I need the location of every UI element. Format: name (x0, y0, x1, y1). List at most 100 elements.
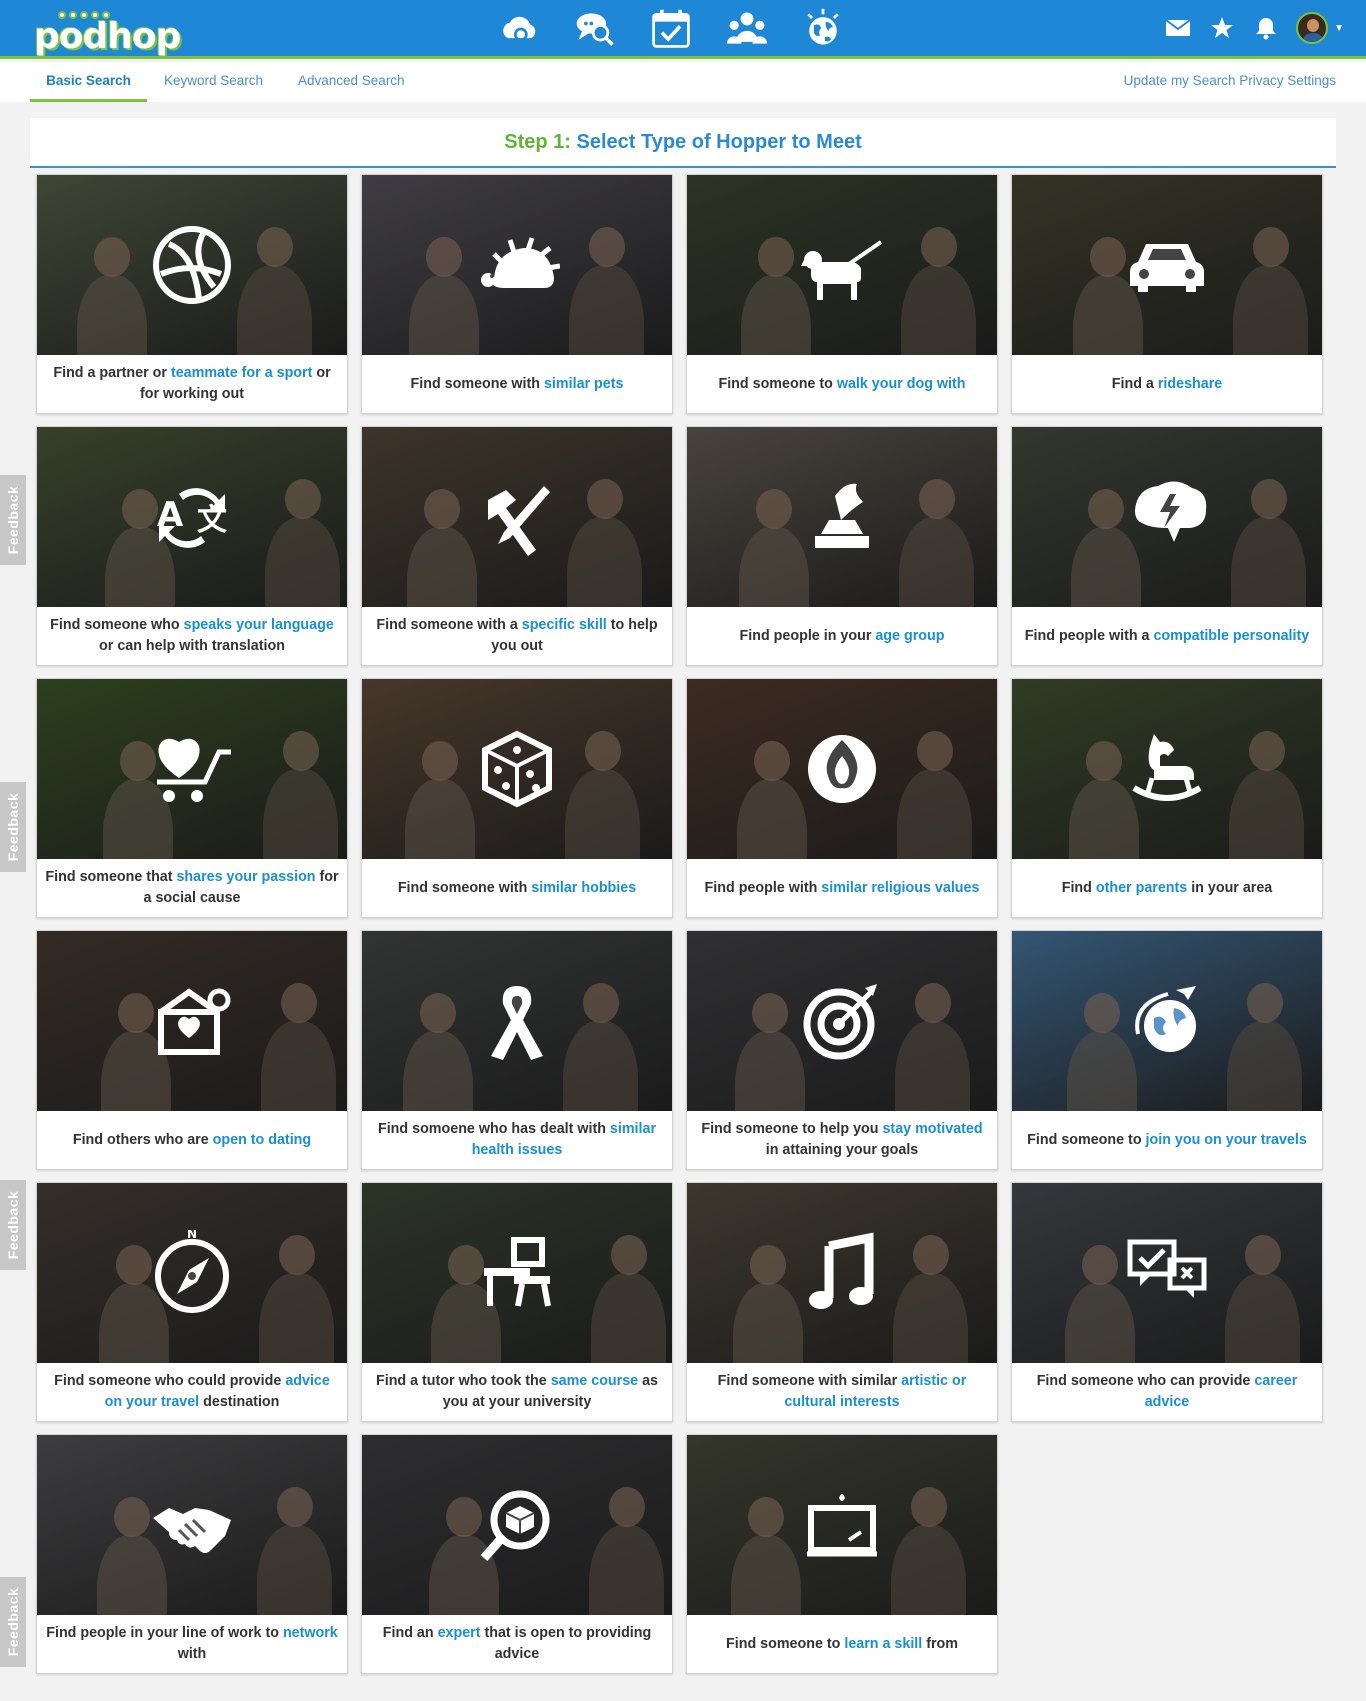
hopper-type-card[interactable]: Find someone to walk your dog with (686, 174, 998, 414)
caption-text: Find (1061, 879, 1096, 896)
card-caption: Find someone with a specific skill to he… (362, 607, 672, 665)
caption-text: Find people in your (739, 627, 876, 644)
feedback-tab[interactable]: Feedback (0, 1577, 26, 1667)
caption-text: Find others who are (72, 1131, 213, 1148)
card-caption: Find someone to join you on your travels (1012, 1111, 1322, 1169)
hopper-type-card[interactable]: Find people in your age group (686, 426, 998, 666)
hopper-type-card[interactable]: Find someone to join you on your travels (1011, 930, 1323, 1170)
card-caption: Find people in your line of work to netw… (37, 1615, 347, 1673)
caption-highlight-link[interactable]: similar religious values (821, 880, 979, 896)
step-header: Step 1: Select Type of Hopper to Meet (30, 118, 1336, 168)
tab-basic-search[interactable]: Basic Search (30, 62, 147, 102)
gramophone-icon (797, 472, 887, 562)
feedback-tab[interactable]: Feedback (0, 1180, 26, 1270)
caption-highlight-link[interactable]: other parents (1096, 880, 1187, 896)
dog-walk-icon (797, 220, 887, 310)
card-caption: Find a rideshare (1012, 355, 1322, 413)
chevron-down-icon[interactable]: ▼ (1334, 23, 1344, 34)
feedback-tab[interactable]: Feedback (0, 782, 26, 872)
calendar-check-icon[interactable] (647, 6, 695, 52)
caption-text: destination (199, 1394, 280, 1410)
star-icon[interactable] (1208, 14, 1236, 42)
caption-highlight-link[interactable]: network (283, 1625, 338, 1641)
hopper-type-card[interactable]: Find a rideshare (1011, 174, 1323, 414)
card-photo: A文 (37, 427, 347, 607)
caption-highlight-link[interactable]: open to dating (213, 1132, 311, 1148)
caption-highlight-link[interactable]: join you on your travels (1146, 1132, 1307, 1148)
caption-highlight-link[interactable]: speaks your language (184, 617, 334, 633)
chat-search-icon[interactable] (571, 6, 619, 52)
bell-icon[interactable] (1252, 14, 1280, 42)
tab-keyword-search[interactable]: Keyword Search (164, 62, 263, 102)
hopper-type-card[interactable]: Find someone to learn a skill from (686, 1434, 998, 1674)
hopper-type-card[interactable]: Find people in your line of work to netw… (36, 1434, 348, 1674)
user-actions: ▼ (1164, 12, 1344, 44)
caption-highlight-link[interactable]: similar hobbies (531, 880, 636, 896)
feedback-label: Feedback (5, 485, 21, 555)
hopper-type-card[interactable]: A 文 Find someone who speaks your language … (36, 426, 348, 666)
caption-highlight-link[interactable]: compatible personality (1153, 628, 1309, 644)
card-photo (37, 679, 347, 859)
feedback-tab[interactable]: Feedback (0, 475, 26, 565)
caption-highlight-link[interactable]: rideshare (1158, 376, 1222, 392)
hopper-type-card[interactable]: Find a tutor who took the same course as… (361, 1182, 673, 1422)
tab-advanced-search[interactable]: Advanced Search (298, 62, 405, 102)
card-photo (362, 931, 672, 1111)
hopper-type-card[interactable]: Find someone with similar pets (361, 174, 673, 414)
card-caption: Find someone with similar artistic or cu… (687, 1363, 997, 1421)
cloud-search-icon[interactable] (495, 6, 543, 52)
card-photo (362, 1435, 672, 1615)
hopper-type-card[interactable]: Find someone with similar hobbies (361, 678, 673, 918)
caption-highlight-link[interactable]: same course (551, 1373, 638, 1389)
group-icon[interactable] (723, 6, 771, 52)
caption-highlight-link[interactable]: shares your passion (176, 869, 315, 885)
podhop-logo[interactable]: podhop (34, 6, 181, 57)
card-caption: Find someone with similar hobbies (362, 859, 672, 917)
mail-icon[interactable] (1164, 14, 1192, 42)
hopper-type-card[interactable]: Find a partner or teammate for a sport o… (36, 174, 348, 414)
caption-highlight-link[interactable]: expert (438, 1625, 481, 1641)
card-photo (362, 175, 672, 355)
flame-circle-icon (797, 724, 887, 814)
hopper-type-card[interactable]: Find someone who can provide career advi… (1011, 1182, 1323, 1422)
step-title: Select Type of Hopper to Meet (576, 131, 862, 153)
caption-highlight-link[interactable]: similar pets (544, 376, 623, 392)
card-caption: Find somoene who has dealt with similar … (362, 1111, 672, 1169)
caption-text: Find people in your line of work to (46, 1625, 283, 1641)
caption-highlight-link[interactable]: specific skill (522, 617, 607, 633)
caption-text: Find someone with a (376, 617, 522, 633)
hopper-type-card[interactable]: Find someone to help you stay motivated … (686, 930, 998, 1170)
hopper-type-card[interactable]: Find somoene who has dealt with similar … (361, 930, 673, 1170)
caption-highlight-link[interactable]: learn a skill (844, 1636, 922, 1652)
hopper-type-card[interactable]: Find others who are open to dating (36, 930, 348, 1170)
card-photo (37, 931, 347, 1111)
caption-highlight-link[interactable]: stay motivated (882, 1121, 982, 1137)
caption-text: from (922, 1635, 958, 1652)
tools-icon (472, 472, 562, 562)
avatar[interactable] (1296, 12, 1329, 44)
caption-text: Find someone who could provide (54, 1373, 286, 1389)
card-photo (1012, 931, 1322, 1111)
privacy-settings-link[interactable]: Update my Search Privacy Settings (1124, 62, 1336, 100)
hopper-type-card[interactable]: Find other parents in your area (1011, 678, 1323, 918)
dice-icon (472, 724, 562, 814)
hopper-type-card[interactable]: Find someone that shares your passion fo… (36, 678, 348, 918)
caption-text: in your area (1187, 879, 1273, 896)
hopper-type-card[interactable]: Find someone with similar artistic or cu… (686, 1182, 998, 1422)
hopper-type-card[interactable]: Find people with similar religious value… (686, 678, 998, 918)
card-photo (687, 175, 997, 355)
caption-highlight-link[interactable]: age group (875, 628, 944, 644)
caption-text: Find someone that (45, 869, 177, 885)
hopper-type-card[interactable]: Find an expert that is open to providing… (361, 1434, 673, 1674)
caption-text: Find someone to help you (701, 1121, 883, 1137)
globe-icon[interactable] (799, 6, 847, 52)
hopper-type-card[interactable]: N Find someone who could provide advice o… (36, 1182, 348, 1422)
caption-text: Find someone to (1027, 1131, 1146, 1148)
hopper-type-card[interactable]: Find people with a compatible personalit… (1011, 426, 1323, 666)
card-caption: Find an expert that is open to providing… (362, 1615, 672, 1673)
caption-highlight-link[interactable]: teammate for a sport (171, 365, 312, 381)
caption-highlight-link[interactable]: walk your dog with (837, 376, 966, 392)
hopper-type-card[interactable]: Find someone with a specific skill to he… (361, 426, 673, 666)
card-caption: Find others who are open to dating (37, 1111, 347, 1169)
caption-text: with (177, 1646, 207, 1662)
